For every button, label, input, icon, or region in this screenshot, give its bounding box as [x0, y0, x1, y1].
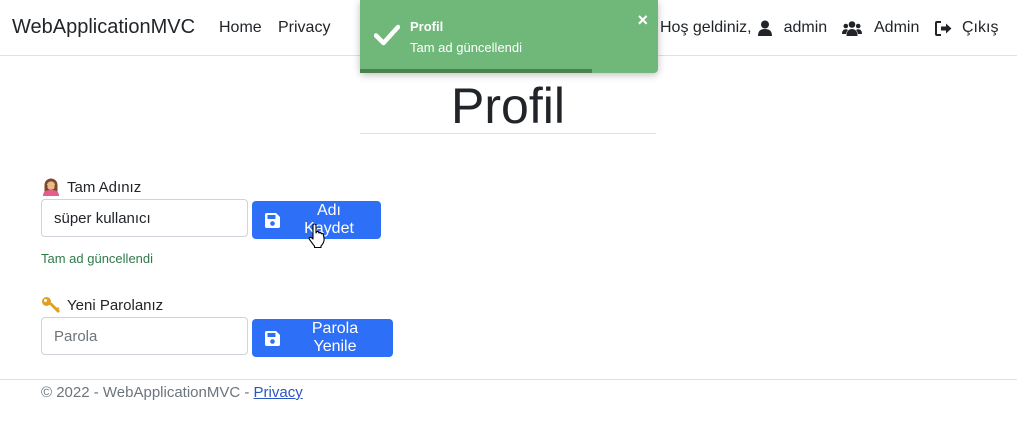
toast-message: Tam ad güncellendi	[410, 40, 523, 55]
logout-label: Çıkış	[962, 19, 999, 36]
nav-link-home[interactable]: Home	[219, 19, 262, 37]
fullname-input[interactable]	[41, 199, 248, 237]
key-icon	[41, 296, 61, 314]
user-icon	[757, 20, 772, 36]
admin-link[interactable]: Admin	[842, 19, 919, 37]
renew-password-button-label: Parola Yenile	[311, 320, 359, 355]
logout-link[interactable]: Çıkış	[935, 19, 998, 37]
footer-text: © 2022 - WebApplicationMVC -	[41, 384, 254, 401]
footer-divider	[0, 379, 1017, 380]
save-icon	[265, 330, 280, 346]
title-divider	[360, 133, 656, 134]
greeting-text: Hoş geldiniz,	[660, 19, 752, 36]
toast-notification: Profil Tam ad güncellendi ×	[360, 0, 658, 73]
footer-privacy-link[interactable]: Privacy	[254, 384, 303, 401]
fullname-label: Tam Adınız	[41, 178, 141, 196]
save-name-button-label: Adı Kaydet	[304, 202, 354, 237]
user-greeting[interactable]: Hoş geldiniz, admin	[660, 19, 827, 37]
check-icon	[373, 24, 401, 51]
password-input[interactable]	[41, 317, 248, 355]
hand-pointer-cursor-icon	[308, 223, 326, 253]
nav-link-privacy[interactable]: Privacy	[278, 19, 330, 37]
toast-title: Profil	[410, 19, 444, 34]
brand-link[interactable]: WebApplicationMVC	[12, 16, 195, 39]
save-icon	[265, 212, 280, 228]
fullname-success-message: Tam ad güncellendi	[41, 251, 154, 266]
admin-label: Admin	[874, 19, 920, 36]
user-name: admin	[783, 19, 828, 36]
users-icon	[842, 20, 862, 36]
page-title: Profil	[451, 78, 565, 134]
password-label: Yeni Parolanız	[41, 296, 163, 314]
fullname-label-text: Tam Adınız	[67, 178, 142, 196]
person-emoji-icon	[41, 178, 61, 196]
toast-close-button[interactable]: ×	[637, 11, 648, 29]
sign-out-icon	[935, 20, 952, 36]
toast-progress-track	[360, 69, 658, 73]
password-label-text: Yeni Parolanız	[67, 296, 164, 314]
renew-password-button[interactable]: Parola Yenile	[252, 319, 393, 357]
toast-progress-bar	[360, 69, 593, 73]
footer: © 2022 - WebApplicationMVC - Privacy	[41, 384, 303, 401]
